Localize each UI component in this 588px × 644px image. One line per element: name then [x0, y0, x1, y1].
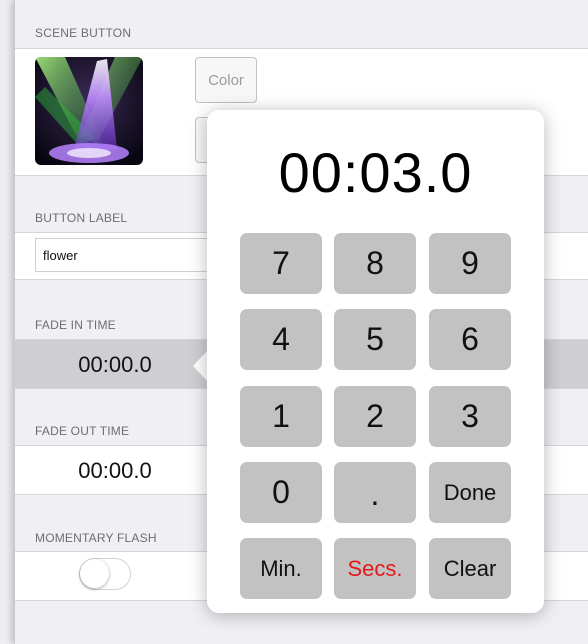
seconds-button[interactable]: Secs. — [334, 538, 416, 599]
scene-thumbnail-image[interactable] — [35, 57, 143, 165]
fade-in-header: FADE IN TIME — [35, 318, 116, 332]
momentary-flash-header: MOMENTARY FLASH — [35, 531, 157, 545]
button-label-header: BUTTON LABEL — [35, 211, 128, 225]
key-7[interactable]: 7 — [240, 233, 322, 294]
fade-out-value: 00:00.0 — [78, 458, 152, 483]
key-0[interactable]: 0 — [240, 462, 322, 523]
done-button[interactable]: Done — [429, 462, 511, 523]
key-decimal[interactable]: . — [334, 462, 416, 523]
toggle-knob — [80, 559, 109, 588]
key-8[interactable]: 8 — [334, 233, 416, 294]
clear-button[interactable]: Clear — [429, 538, 511, 599]
stage-lights-icon — [35, 57, 143, 165]
key-3[interactable]: 3 — [429, 386, 511, 447]
fade-in-value: 00:00.0 — [78, 352, 152, 377]
minutes-button[interactable]: Min. — [240, 538, 322, 599]
momentary-flash-toggle[interactable] — [79, 558, 131, 590]
popover-arrow — [193, 350, 208, 382]
key-1[interactable]: 1 — [240, 386, 322, 447]
time-keypad-popover: 00:03.0 7 8 9 4 5 6 1 2 3 0 . Done Min. … — [207, 110, 544, 613]
key-9[interactable]: 9 — [429, 233, 511, 294]
scene-button-header: SCENE BUTTON — [35, 26, 132, 40]
fade-out-header: FADE OUT TIME — [35, 424, 130, 438]
time-display: 00:03.0 — [278, 141, 473, 204]
key-6[interactable]: 6 — [429, 309, 511, 370]
key-2[interactable]: 2 — [334, 386, 416, 447]
key-5[interactable]: 5 — [334, 309, 416, 370]
key-4[interactable]: 4 — [240, 309, 322, 370]
color-button[interactable]: Color — [195, 57, 257, 103]
